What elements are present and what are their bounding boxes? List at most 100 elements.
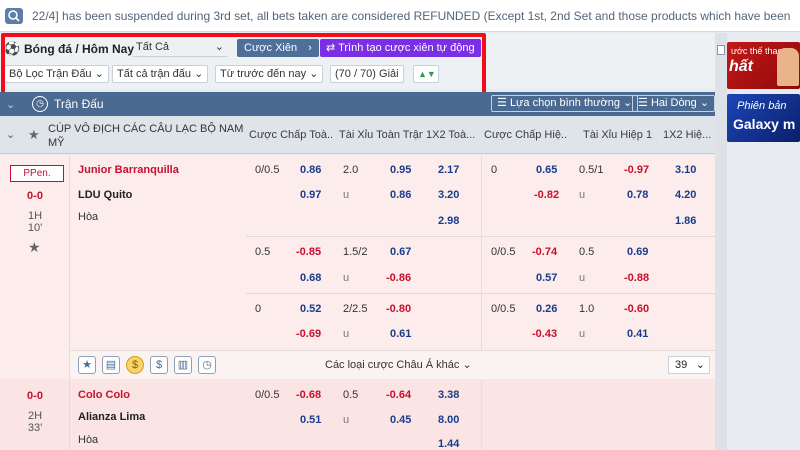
scoreboard-icon[interactable]: ▤ [102,356,120,374]
collapse-icon[interactable] [717,45,725,55]
clock-icon: ◷ [32,96,48,112]
sidebar-strip [715,33,727,450]
match-period: 2H [27,410,43,422]
odds-line: 0.5 [255,246,271,258]
odds-value[interactable]: 0.95 [390,164,411,176]
odds-value[interactable]: 0.97 [300,189,321,201]
odds-value[interactable]: -0.82 [534,189,559,201]
odds-value[interactable]: -0.74 [532,246,557,258]
list-icon: ☰ [497,97,507,109]
odds-value[interactable]: 2.17 [438,164,459,176]
column-divider [481,155,482,350]
odds-line: 2/2.5 [343,303,368,315]
odds-value[interactable]: 0.68 [300,272,321,284]
match-minute: 33' [27,422,43,434]
more-bets-label: Các loại cược Châu Á khác [325,359,460,371]
col-h1-ou: Tài Xỉu Hiệp 1 [583,129,653,141]
home-team[interactable]: Junior Barranquilla [78,164,179,176]
odds-value[interactable]: -0.85 [296,246,321,258]
col-ft-ou: Tài Xỉu Toàn Trận [339,129,423,141]
list-icon: ☰ [638,97,648,109]
section-header: ⌄ ◷ Trận Đấu ☰ Lựa chọn bình thường ⌄ ☰ … [0,92,716,116]
odds-value[interactable]: 4.20 [675,189,696,201]
odds-value[interactable]: 0.57 [536,272,557,284]
odds-value[interactable]: -0.43 [532,328,557,340]
banner-text: ước thế thao [731,46,783,56]
star-icon[interactable]: ★ [28,127,40,143]
col-h1-1x2: 1X2 Hiệ... [663,129,712,141]
odds-value[interactable]: 1.44 [438,438,459,450]
odds-value[interactable]: -0.60 [624,303,649,315]
promo-banner-galaxy[interactable]: Phiên bản Galaxy m [727,94,800,142]
col-h1-hdp: Cược Chấp Hiệ... [484,129,568,141]
chevron-down-icon: ⌄ [699,97,710,109]
match-actions-row: ★ ▤ $ $ ▥ ◷ Các loại cược Châu Á khác ⌄ … [70,350,715,379]
odds-line: 0/0.5 [255,389,280,401]
odds-value[interactable]: 3.38 [438,389,459,401]
away-team[interactable]: Alianza Lima [78,411,145,423]
collapse-caret-icon[interactable]: ⌄ [6,128,15,141]
highlight-box [1,33,486,96]
match-colo-vs-alianza: 0-0 2H 33' Colo Colo Alianza Lima Hòa 0/… [0,380,715,450]
odds-value[interactable]: 0.45 [390,414,411,426]
odds-value[interactable]: 3.10 [675,164,696,176]
league-name: CÚP VÔ ĐỊCH CÁC CÂU LẠC BỘ NAM MỸ [48,123,244,149]
odds-value[interactable]: 0.52 [300,303,321,315]
odds-line: 2.0 [343,164,359,176]
column-divider [481,380,482,450]
odds-value[interactable]: 0.65 [536,164,557,176]
odds-line: 0/0.5 [491,246,516,258]
away-team[interactable]: LDU Quito [78,189,132,201]
star-icon[interactable]: ★ [28,239,41,256]
odds-value[interactable]: 0.86 [390,189,411,201]
odds-value[interactable]: 0.61 [390,328,411,340]
view-select-value: Lựa chọn bình thường [509,97,620,109]
star-icon[interactable]: ★ [78,356,96,374]
dollar-icon[interactable]: $ [150,356,168,374]
odds-value[interactable]: 0.69 [627,246,648,258]
stats-icon[interactable]: ▥ [174,356,192,374]
odds-value[interactable]: 0.86 [300,164,321,176]
odds-value[interactable]: 1.86 [675,215,696,227]
search-icon[interactable] [5,8,23,24]
teams-cell: Junior Barranquilla LDU Quito Hòa [70,155,246,350]
odds-value[interactable]: -0.80 [386,303,411,315]
under-label: u [579,189,586,201]
odds-value[interactable]: 0.67 [390,246,411,258]
view-select[interactable]: ☰ Lựa chọn bình thường ⌄ [491,95,639,112]
section-title: Trận Đấu [54,97,104,111]
column-headers: ⌄ ★ CÚP VÔ ĐỊCH CÁC CÂU LẠC BỘ NAM MỸ Cư… [0,116,715,154]
match-info: PPen. 0-0 1H 10' ★ [0,155,70,379]
odds-value[interactable]: -0.64 [386,389,411,401]
odds-value[interactable]: -0.97 [624,164,649,176]
collapse-caret-icon[interactable]: ⌄ [6,98,15,111]
person-image [777,48,799,86]
match-junior-vs-ldu: PPen. 0-0 1H 10' ★ Junior Barranquilla L… [0,155,715,379]
odds-value[interactable]: 0.78 [627,189,648,201]
more-bets-link[interactable]: Các loại cược Châu Á khác ⌄ [325,358,472,371]
match-score: 0-0 [27,390,43,402]
lines-select[interactable]: ☰ Hai Dòng ⌄ [632,95,716,112]
match-minute: 10' [27,222,43,234]
odds-value[interactable]: 3.20 [438,189,459,201]
odds-line: 0 [491,164,498,176]
history-icon[interactable]: ◷ [198,356,216,374]
odds-value[interactable]: 0.41 [627,328,648,340]
odds-value[interactable]: 2.98 [438,215,459,227]
more-count-value: 39 [675,359,688,371]
match-info: 0-0 2H 33' [0,380,70,450]
coin-icon[interactable]: $ [126,356,144,374]
promo-banner-sports[interactable]: ước thế thao hất [727,42,800,89]
odds-value[interactable]: -0.69 [296,328,321,340]
odds-value[interactable]: 0.26 [536,303,557,315]
odds-value[interactable]: 0.51 [300,414,321,426]
more-count-button[interactable]: 39 ⌄ [668,356,710,374]
odds-value[interactable]: 8.00 [438,414,459,426]
home-team[interactable]: Colo Colo [78,389,130,401]
chevron-down-icon: ⌄ [695,359,705,371]
odds-value[interactable]: -0.68 [296,389,321,401]
odds-value[interactable]: -0.86 [386,272,411,284]
teams-cell: Colo Colo Alianza Lima Hòa [70,380,246,450]
odds-line: 0.5 [579,246,595,258]
odds-value[interactable]: -0.88 [624,272,649,284]
